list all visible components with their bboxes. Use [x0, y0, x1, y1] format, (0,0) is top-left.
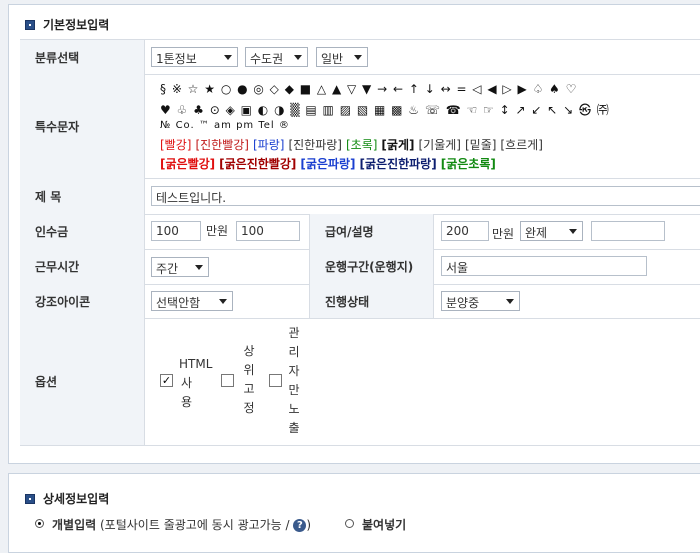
label-pay: 급여/설명 — [309, 214, 434, 249]
label-status: 진행상태 — [309, 284, 434, 318]
format-buttons-row-1: [빨강] [진한빨강] [파랑] [진한파랑] [초록] [굵게] [기울게] [밑줄] [흐르… — [160, 136, 547, 153]
special-chars-line-1[interactable]: § ※ ☆ ★ ○ ● ◎ ◇ ◆ ■ △ ▲ ▽ ▼ → ← ↑ ↓ ↔ = … — [160, 82, 577, 96]
chevron-down-icon — [354, 55, 362, 60]
pay-unit: 만원 — [492, 227, 515, 241]
label-options: 옵션 — [20, 318, 145, 445]
label-category: 분류선택 — [20, 40, 145, 74]
fmt-blue[interactable]: [파랑] — [253, 138, 284, 152]
section-square-icon — [25, 494, 35, 504]
section-square-icon — [25, 20, 35, 30]
row-icon: 강조아이콘 선택안함 진행상태 분양중 — [20, 284, 700, 319]
label-fee: 인수금 — [20, 214, 145, 249]
icon-select[interactable]: 선택안함 — [151, 291, 233, 311]
row-title: 제 목 테스트입니다. — [20, 178, 700, 215]
row-category: 분류선택 1톤정보 수도권 일반 — [20, 40, 700, 75]
fmt-bold[interactable]: [굵게] — [381, 138, 414, 152]
pay-extra-input[interactable] — [591, 221, 665, 241]
row-hours: 근무시간 주간 운행구간(운행지) 서울 — [20, 249, 700, 285]
fmt-italic[interactable]: [기울게] — [418, 138, 460, 152]
special-chars-line-2[interactable]: ♥ ♧ ♣ ⊙ ◈ ▣ ◐ ◑ ▒ ▤ ▥ ▨ ▧ ▦ ▩ ♨ ☏ ☎ ☜ ☞ … — [160, 101, 610, 118]
fmt-underline[interactable]: [밑줄] — [465, 138, 496, 152]
status-select[interactable]: 분양중 — [441, 291, 520, 311]
chevron-down-icon — [195, 265, 203, 270]
option-top-fixed-label: 상위고정 — [243, 344, 255, 415]
section-title: 상세정보입력 — [25, 490, 109, 507]
option-admin-only-checkbox[interactable] — [269, 374, 282, 387]
category-select-2[interactable]: 수도권 — [245, 47, 308, 67]
detail-info-panel: 상세정보입력 개별입력 (포털사이트 줄광고에 동시 광고가능 / ?) 붙여넣… — [8, 473, 700, 553]
fmt-bold-dark-red[interactable]: [굵은진한빨강] — [219, 157, 296, 171]
basic-info-table: 분류선택 1톤정보 수도권 일반 특수문자 § ※ ☆ ★ ○ ● ◎ ◇ ◆ … — [20, 39, 700, 446]
chevron-down-icon — [506, 299, 514, 304]
fee-input-1[interactable]: 100 — [151, 221, 201, 241]
route-input[interactable]: 서울 — [441, 256, 647, 276]
fee-input-2[interactable]: 100 — [236, 221, 300, 241]
hours-select[interactable]: 주간 — [151, 257, 209, 277]
option-html-label: HTML 사 용 — [179, 357, 213, 409]
fmt-dark-red[interactable]: [진한빨강] — [195, 138, 249, 152]
chevron-down-icon — [569, 229, 577, 234]
radio-paste[interactable] — [345, 519, 354, 528]
fmt-bold-dark-blue[interactable]: [굵은진한파랑] — [360, 157, 437, 171]
chevron-down-icon — [224, 55, 232, 60]
label-title: 제 목 — [20, 178, 145, 214]
fee-unit: 만원 — [206, 224, 229, 238]
option-html-checkbox[interactable]: ✓ — [160, 374, 173, 387]
option-admin-only-label: 관리자만노출 — [288, 326, 300, 435]
format-buttons-row-2: [굵은빨강] [굵은진한빨강] [굵은파랑] [굵은진한파랑] [굵은초록] — [160, 155, 500, 172]
fmt-red[interactable]: [빨강] — [160, 138, 191, 152]
fmt-dark-blue[interactable]: [진한파랑] — [288, 138, 342, 152]
label-route: 운행구간(운행지) — [309, 249, 434, 284]
label-icon: 강조아이콘 — [20, 284, 145, 318]
fmt-bold-blue[interactable]: [굵은파랑] — [300, 157, 355, 171]
title-input[interactable]: 테스트입니다. — [151, 186, 700, 206]
radio-individual-label: 개별입력 (포털사이트 줄광고에 동시 광고가능 / ?) — [52, 518, 312, 532]
category-select-3[interactable]: 일반 — [316, 47, 368, 67]
category-select-1[interactable]: 1톤정보 — [151, 47, 238, 67]
chevron-down-icon — [294, 55, 302, 60]
label-special-chars: 특수문자 — [20, 74, 145, 178]
pay-select[interactable]: 완제 — [520, 221, 583, 241]
label-hours: 근무시간 — [20, 249, 145, 284]
fmt-marquee[interactable]: [흐르게] — [500, 138, 542, 152]
row-fee: 인수금 100 만원 100 급여/설명 200 만원 완제 — [20, 214, 700, 250]
chevron-down-icon — [219, 299, 227, 304]
radio-paste-label: 붙여넣기 — [362, 518, 407, 532]
section-title: 기본정보입력 — [25, 16, 109, 33]
option-top-fixed-checkbox[interactable] — [221, 374, 234, 387]
fmt-bold-red[interactable]: [굵은빨강] — [160, 157, 215, 171]
special-chars-line-3[interactable]: № Co. ™ am pm Tel ® — [160, 120, 290, 131]
row-options: 옵션 ✓ HTML 사 용 상위고정 관리자만노출 — [20, 318, 700, 446]
basic-info-panel: 기본정보입력 분류선택 1톤정보 수도권 일반 특수문자 § ※ ☆ ★ ○ ●… — [8, 4, 700, 464]
row-special-chars: 특수문자 § ※ ☆ ★ ○ ● ◎ ◇ ◆ ■ △ ▲ ▽ ▼ → ← ↑ ↓… — [20, 74, 700, 179]
help-icon[interactable]: ? — [293, 519, 307, 532]
pay-input[interactable]: 200 — [441, 221, 489, 241]
fmt-bold-green[interactable]: [굵은초록] — [441, 157, 496, 171]
radio-individual[interactable] — [35, 519, 44, 528]
fmt-green[interactable]: [초록] — [346, 138, 377, 152]
